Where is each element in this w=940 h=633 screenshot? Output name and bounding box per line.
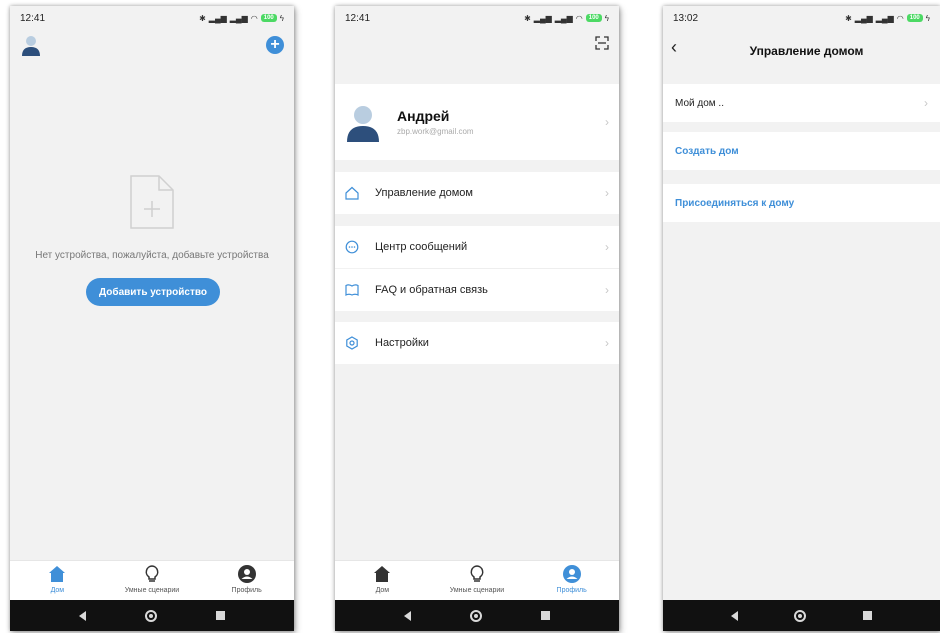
avatar <box>347 106 379 142</box>
avatar[interactable] <box>20 34 42 56</box>
recents-nav-icon[interactable] <box>540 611 550 620</box>
home-icon <box>374 566 391 582</box>
home-nav-icon[interactable] <box>144 609 157 622</box>
status-time: 13:02 <box>673 12 699 24</box>
tab-profile[interactable]: Профиль <box>207 564 287 594</box>
lightbulb-icon <box>145 565 159 582</box>
status-icons: ✱ ▂▄▆ ▂▄▆ ◠ 100 ϟ <box>845 14 930 23</box>
wifi-icon: ◠ <box>250 13 258 23</box>
battery-icon: 100 <box>260 14 277 22</box>
recents-nav-icon[interactable] <box>862 611 872 620</box>
status-icons: ✱ ▂▄▆ ▂▄▆ ◠ 100 ϟ <box>524 14 609 23</box>
back-nav-icon[interactable] <box>404 610 412 621</box>
home-item[interactable]: Мой дом .. › <box>663 84 940 122</box>
signal-icon: ▂▄▆ <box>875 13 894 23</box>
home-nav-icon[interactable] <box>794 609 807 622</box>
settings-icon <box>346 336 358 350</box>
chevron-right-icon: › <box>605 115 609 129</box>
wifi-icon: ◠ <box>896 13 904 23</box>
bluetooth-icon: ✱ <box>524 13 531 23</box>
back-nav-icon[interactable] <box>731 610 739 621</box>
book-icon <box>345 284 359 296</box>
home-management-screen: 13:02 ✱ ▂▄▆ ▂▄▆ ◠ 100 ϟ ‹ Управление дом… <box>663 6 940 631</box>
tab-label: Профиль <box>231 587 262 594</box>
bluetooth-icon: ✱ <box>845 13 852 23</box>
status-bar: 12:41 ✱ ▂▄▆ ▂▄▆ ◠ 100 ϟ <box>335 6 619 30</box>
signal-icon: ▂▄▆ <box>533 13 552 23</box>
status-time: 12:41 <box>345 12 371 24</box>
charging-icon: ϟ <box>279 13 284 23</box>
tab-label: Умные сценарии <box>449 587 505 594</box>
menu-item-label: Управление домом <box>375 187 473 199</box>
tab-bar: Дом Умные сценарии Профиль <box>335 560 619 600</box>
signal-icon: ▂▄▆ <box>208 13 227 23</box>
home-icon <box>49 566 66 582</box>
status-icons: ✱ ▂▄▆ ▂▄▆ ◠ 100 ϟ <box>199 14 284 23</box>
battery-icon: 100 <box>906 14 923 22</box>
profile-screen: 12:41 ✱ ▂▄▆ ▂▄▆ ◠ 100 ϟ Андрей zbp.work@… <box>335 6 619 631</box>
scan-icon[interactable] <box>595 36 609 50</box>
battery-icon: 100 <box>585 14 602 22</box>
lightbulb-icon <box>470 565 484 582</box>
tab-smart-scenes[interactable]: Умные сценарии <box>112 564 192 594</box>
user-name: Андрей <box>397 108 450 124</box>
menu-item-message-center[interactable]: Центр сообщений › <box>335 226 619 268</box>
user-email: zbp.work@gmail.com <box>397 127 474 136</box>
system-nav-bar <box>663 600 940 631</box>
menu-item-settings[interactable]: Настройки › <box>335 322 619 364</box>
profile-icon <box>237 565 256 583</box>
chevron-right-icon: › <box>605 240 609 254</box>
menu-item-faq-feedback[interactable]: FAQ и обратная связь › <box>335 269 619 311</box>
wifi-icon: ◠ <box>575 13 583 23</box>
signal-icon: ▂▄▆ <box>229 13 248 23</box>
tab-profile[interactable]: Профиль <box>532 564 612 594</box>
chevron-right-icon: › <box>605 186 609 200</box>
bluetooth-icon: ✱ <box>199 13 206 23</box>
menu-item-home-management[interactable]: Управление домом › <box>335 172 619 214</box>
recents-nav-icon[interactable] <box>215 611 225 620</box>
home-item-label: Мой дом .. <box>675 97 724 109</box>
charging-icon: ϟ <box>925 13 930 23</box>
tab-label: Дом <box>375 587 390 594</box>
add-icon[interactable]: + <box>266 36 284 54</box>
home-nav-icon[interactable] <box>469 609 482 622</box>
profile-icon <box>562 565 581 583</box>
join-home-label: Присоединяться к дому <box>675 197 795 209</box>
tab-label: Профиль <box>556 587 587 594</box>
tab-bar: Дом Умные сценарии Профиль <box>10 560 294 600</box>
charging-icon: ϟ <box>604 13 609 23</box>
signal-icon: ▂▄▆ <box>554 13 573 23</box>
status-bar: 12:41 ✱ ▂▄▆ ▂▄▆ ◠ 100 ϟ <box>10 6 294 30</box>
chevron-right-icon: › <box>605 283 609 297</box>
tab-home[interactable]: Дом <box>342 564 422 594</box>
tab-label: Дом <box>50 587 65 594</box>
status-bar: 13:02 ✱ ▂▄▆ ▂▄▆ ◠ 100 ϟ <box>663 6 940 30</box>
profile-card[interactable]: Андрей zbp.work@gmail.com › <box>335 84 619 160</box>
status-time: 12:41 <box>20 12 46 24</box>
empty-state-text: Нет устройства, пожалуйста, добавьте уст… <box>35 250 269 261</box>
system-nav-bar <box>10 600 294 631</box>
chevron-right-icon: › <box>924 96 928 110</box>
empty-file-add-icon <box>130 175 174 229</box>
home-screen: 12:41 ✱ ▂▄▆ ▂▄▆ ◠ 100 ϟ + Нет устройства… <box>10 6 294 631</box>
system-nav-bar <box>335 600 619 631</box>
tab-smart-scenes[interactable]: Умные сценарии <box>437 564 517 594</box>
screenshot-collage: 12:41 ✱ ▂▄▆ ▂▄▆ ◠ 100 ϟ + Нет устройства… <box>0 0 940 633</box>
create-home-button[interactable]: Создать дом <box>663 132 940 170</box>
signal-icon: ▂▄▆ <box>854 13 873 23</box>
create-home-label: Создать дом <box>675 145 739 157</box>
back-nav-icon[interactable] <box>79 610 87 621</box>
message-icon <box>345 240 359 254</box>
menu-item-label: Центр сообщений <box>375 241 468 253</box>
tab-label: Умные сценарии <box>124 587 180 594</box>
menu-item-label: Настройки <box>375 337 429 349</box>
tab-home[interactable]: Дом <box>17 564 97 594</box>
profile-info: Андрей zbp.work@gmail.com <box>397 108 605 136</box>
join-home-button[interactable]: Присоединяться к дому <box>663 184 940 222</box>
menu-item-label: FAQ и обратная связь <box>375 284 488 296</box>
add-device-button[interactable]: Добавить устройство <box>86 278 220 306</box>
house-outline-icon <box>345 186 359 200</box>
page-title: Управление домом <box>749 44 864 58</box>
chevron-right-icon: › <box>605 336 609 350</box>
